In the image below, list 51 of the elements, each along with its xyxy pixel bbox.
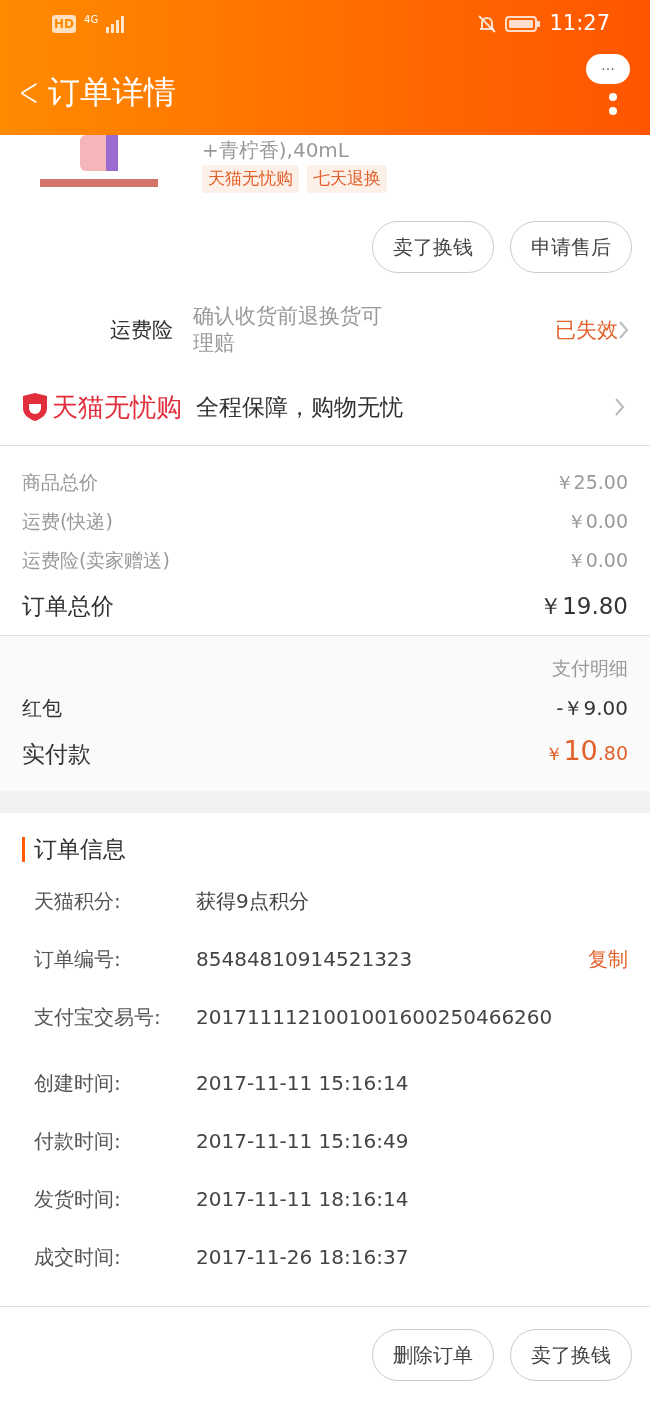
- page-title: 订单详情: [47, 71, 176, 113]
- info-label: 付款时间:: [34, 1128, 122, 1156]
- network-label: 4G: [84, 13, 99, 27]
- insurance-description: 确认收货前退换货可理赔: [193, 303, 383, 358]
- info-value: 获得9点积分: [196, 888, 310, 916]
- copy-link[interactable]: 复制: [588, 944, 628, 1003]
- discount-value: -￥9.00: [556, 694, 628, 722]
- action-button[interactable]: 申请售后: [510, 221, 632, 273]
- guarantee-slogan: 全程保障，购物无忧: [196, 392, 403, 422]
- info-label: 发货时间:: [34, 1186, 122, 1214]
- info-value: 2017-11-11 15:16:49: [196, 1128, 410, 1156]
- info-value: 2017-11-11 18:16:14: [196, 1186, 410, 1214]
- insurance-label: 运费险: [110, 316, 173, 344]
- info-value: 85484810914521323: [196, 946, 414, 974]
- section-title: 订单信息: [22, 837, 628, 863]
- guarantee-brand: 天猫无忧购: [52, 390, 182, 424]
- product-title: +青柠香),40mL: [202, 137, 350, 164]
- price-value: ￥0.00: [566, 547, 628, 573]
- discount-label: 红包: [22, 694, 62, 722]
- paid-label: 实付款: [22, 739, 91, 769]
- footer-button[interactable]: 删除订单: [372, 1329, 494, 1382]
- info-value: 2017-11-26 18:16:37: [196, 1244, 410, 1272]
- chevron-right-icon: [614, 397, 626, 418]
- service-tag: 天猫无忧购: [202, 165, 299, 193]
- price-label: 订单总价: [22, 591, 114, 621]
- info-label: 支付宝交易号:: [34, 1004, 162, 1032]
- info-label: 天猫积分:: [34, 888, 122, 916]
- paid-amount: ￥10.80: [545, 733, 628, 768]
- info-label: 成交时间:: [34, 1244, 122, 1272]
- more-bubble[interactable]: ···: [586, 53, 630, 84]
- info-label: 订单编号:: [34, 946, 122, 974]
- battery-icon: [505, 15, 542, 33]
- info-value: 2017111121001001600250466260: [196, 1004, 554, 1032]
- action-button[interactable]: 卖了换钱: [372, 221, 494, 273]
- chevron-right-icon: [618, 320, 630, 341]
- bell-muted-icon: [477, 14, 498, 34]
- insurance-status[interactable]: 已失效: [555, 314, 618, 347]
- price-label: 运费(快递): [22, 508, 113, 534]
- price-value: ￥25.00: [554, 469, 628, 495]
- price-value: ￥19.80: [539, 591, 628, 621]
- more-icon[interactable]: [608, 91, 618, 116]
- shield-icon: [20, 392, 50, 423]
- info-value: 2017-11-11 15:16:14: [196, 1070, 410, 1098]
- price-label: 运费险(卖家赠送): [22, 547, 170, 573]
- hd-indicator: HD: [52, 15, 76, 33]
- info-label: 创建时间:: [34, 1070, 122, 1098]
- service-tag: 七天退换: [307, 165, 387, 193]
- price-value: ￥0.00: [566, 508, 628, 534]
- clock: 11:27: [549, 10, 610, 38]
- price-label: 商品总价: [22, 469, 98, 495]
- footer-button[interactable]: 卖了换钱: [510, 1329, 632, 1382]
